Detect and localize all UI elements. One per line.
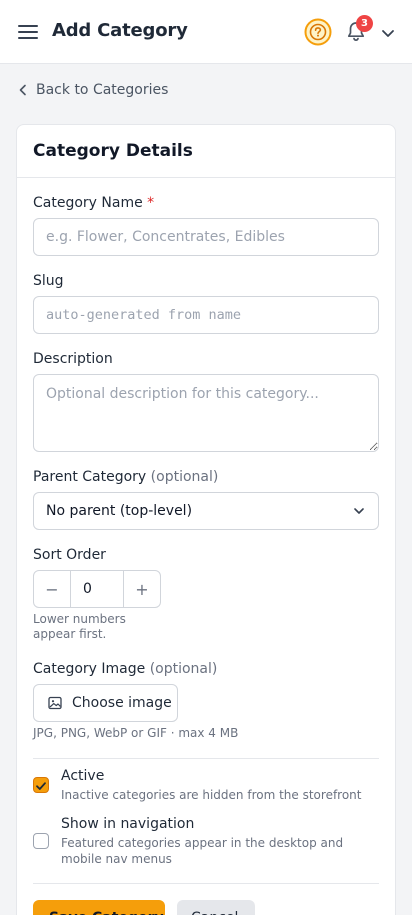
- active-checkbox[interactable]: [33, 777, 49, 793]
- choose-image-button[interactable]: Choose image: [33, 684, 178, 722]
- parent-category-select[interactable]: No parent (top-level): [33, 492, 379, 530]
- optional-hint: (optional): [150, 469, 219, 485]
- sort-order-label: Sort Order: [33, 547, 106, 563]
- category-name-label: Category Name *: [33, 195, 154, 211]
- chevron-left-icon: [19, 84, 26, 96]
- increment-button[interactable]: +: [124, 571, 160, 607]
- parent-category-value: No parent (top-level): [46, 503, 193, 519]
- divider: [33, 883, 379, 884]
- sort-order-help-line-2: appear first.: [33, 627, 107, 641]
- show-in-navigation-checkbox[interactable]: [33, 833, 49, 849]
- card-header: Category Details: [17, 125, 395, 178]
- category-image-label: Category Image (optional): [33, 661, 217, 677]
- page-title: Add Category: [52, 20, 188, 41]
- top-bar: Add Category 3: [0, 0, 412, 64]
- active-label: Active: [61, 768, 105, 784]
- back-to-categories-link[interactable]: Back to Categories: [18, 80, 168, 100]
- show-in-navigation-description: Featured categories appear in the deskto…: [61, 836, 344, 866]
- back-link-label: Back to Categories: [36, 82, 169, 98]
- show-in-navigation-label: Show in navigation: [61, 816, 195, 832]
- slug-input[interactable]: [33, 296, 379, 334]
- checkmark-icon: [36, 782, 46, 790]
- parent-category-label: Parent Category (optional): [33, 469, 218, 485]
- image-icon: [48, 696, 62, 710]
- help-icon[interactable]: [304, 18, 332, 46]
- active-description: Inactive categories are hidden from the …: [61, 788, 362, 802]
- slug-label: Slug: [33, 273, 64, 289]
- cancel-button[interactable]: Cancel: [177, 900, 255, 915]
- description-textarea[interactable]: [33, 374, 379, 452]
- save-category-button[interactable]: Save Category: [33, 900, 165, 915]
- optional-hint: (optional): [149, 661, 218, 677]
- category-name-label-text: Category Name: [33, 195, 143, 211]
- choose-image-label: Choose image: [72, 695, 172, 711]
- sort-order-value[interactable]: 0: [70, 571, 124, 607]
- divider: [33, 758, 379, 759]
- chevron-down-icon[interactable]: [380, 25, 396, 41]
- card-title: Category Details: [33, 141, 193, 161]
- image-help: JPG, PNG, WebP or GIF · max 4 MB: [33, 726, 239, 740]
- required-mark: *: [147, 195, 155, 211]
- chevron-down-icon: [354, 508, 364, 514]
- sort-order-help: Lower numbers appear first.: [33, 612, 126, 642]
- notification-badge: 3: [356, 15, 373, 32]
- description-label: Description: [33, 351, 113, 367]
- sort-order-help-line-1: Lower numbers: [33, 612, 126, 626]
- category-image-label-text: Category Image: [33, 661, 146, 677]
- sort-order-stepper: − 0 +: [33, 570, 161, 608]
- decrement-button[interactable]: −: [34, 571, 70, 607]
- category-name-input[interactable]: [33, 218, 379, 256]
- parent-category-label-text: Parent Category: [33, 469, 147, 485]
- hamburger-menu-icon[interactable]: [18, 22, 38, 42]
